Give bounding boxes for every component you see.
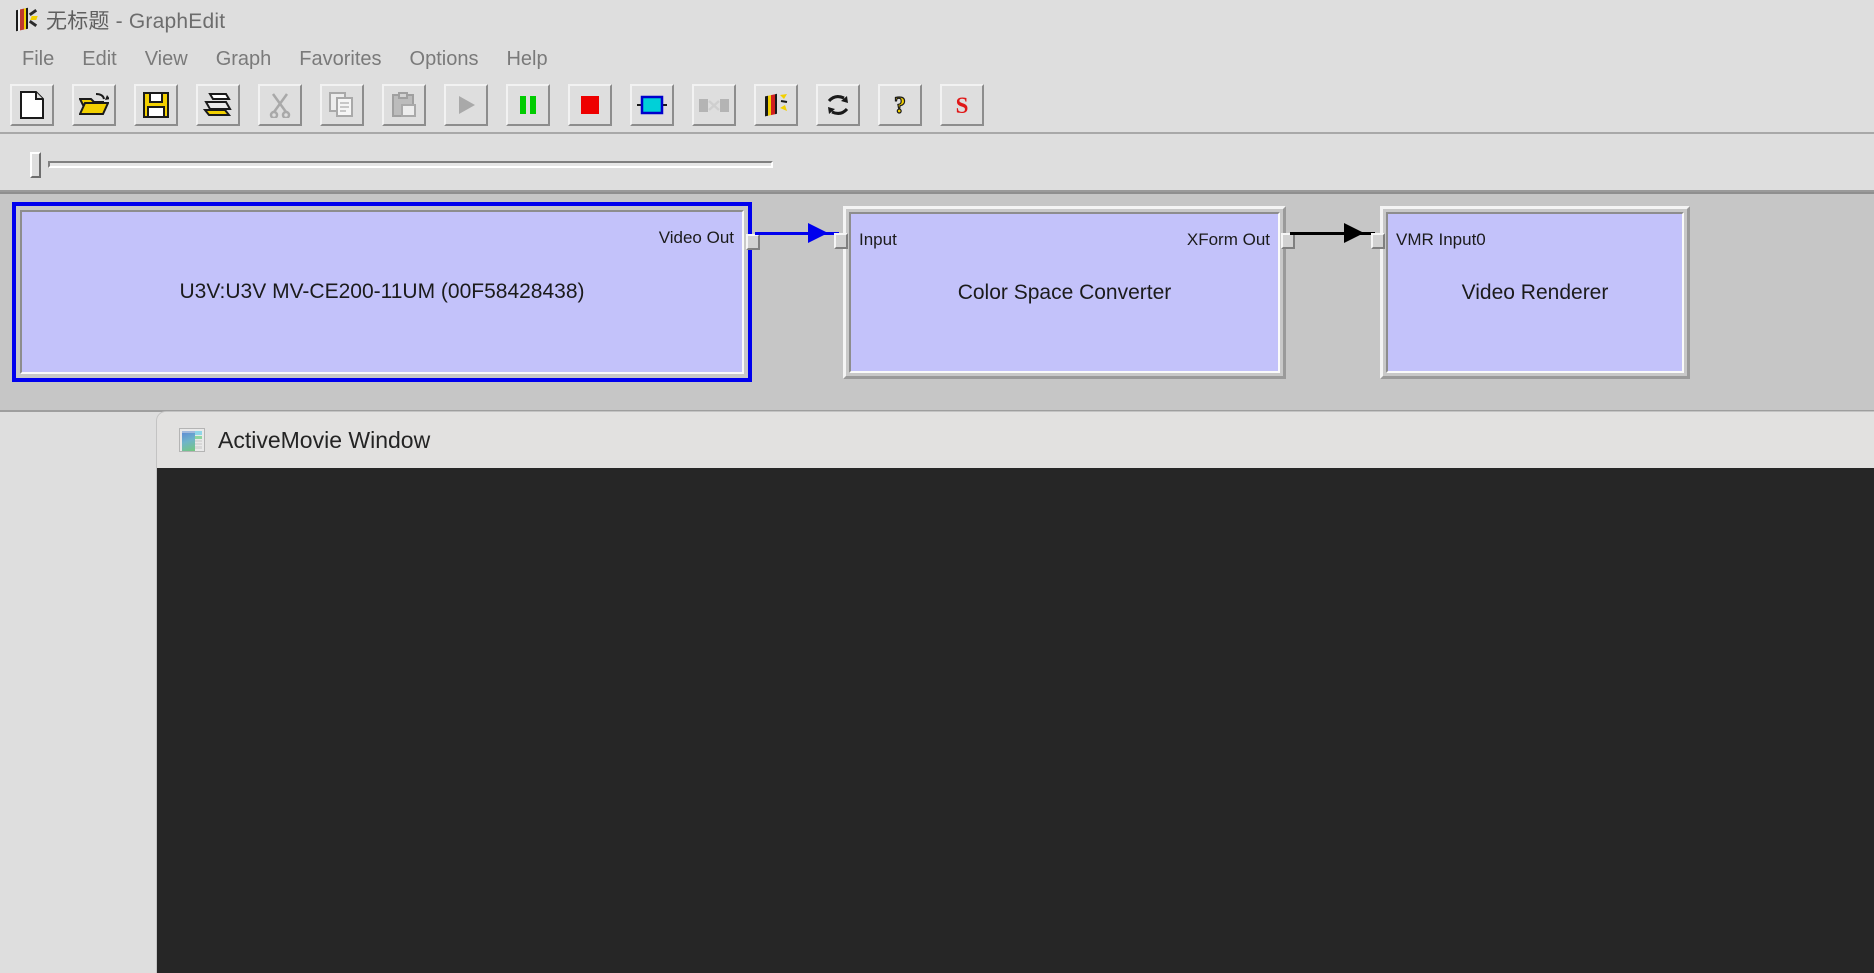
toolbar-connect-graph-button[interactable] (754, 84, 798, 126)
paste-clipboard-icon (391, 92, 417, 118)
pin-nub-video-out[interactable] (746, 234, 760, 250)
media-preview-icon (179, 428, 205, 452)
pin-label-vmr-input0[interactable]: VMR Input0 (1396, 230, 1486, 250)
filter-body: VMR Input0 Video Renderer (1386, 212, 1684, 373)
graphedit-window: 无标题 - GraphEdit File Edit View Graph Fav… (0, 0, 1874, 973)
toolbar-pause-button[interactable] (506, 84, 550, 126)
toolbar-separator (924, 84, 938, 126)
menu-view[interactable]: View (131, 45, 202, 74)
title-bar: 无标题 - GraphEdit (0, 0, 1874, 40)
stop-square-icon (578, 93, 602, 117)
toolbar-paste-button[interactable] (382, 84, 426, 126)
save-disk-icon (143, 92, 169, 118)
filter-node-video-renderer[interactable]: VMR Input0 Video Renderer (1371, 206, 1690, 379)
toolbar-separator (614, 84, 628, 126)
toolbar-separator (738, 84, 752, 126)
toolbar-open-button[interactable] (72, 84, 116, 126)
scissors-cut-icon (268, 92, 292, 118)
new-document-icon (19, 91, 45, 119)
seek-trackbar-thumb[interactable] (30, 152, 41, 178)
window-title-separator: - (109, 10, 129, 33)
pin-nub-xform-out[interactable] (1281, 233, 1295, 249)
pin-nub-input[interactable] (834, 233, 848, 249)
toolbar-refresh-button[interactable] (816, 84, 860, 126)
toolbar-stop-button[interactable] (568, 84, 612, 126)
filter-body: Video Out U3V:U3V MV-CE200-11UM (00F5842… (20, 210, 744, 374)
help-question-icon: ? (889, 92, 911, 118)
toolbar-separator (552, 84, 566, 126)
toolbar-separator (366, 84, 380, 126)
window-title: 无标题 - GraphEdit (46, 5, 225, 35)
connection-arrow-xformout-vmrinput0 (1344, 223, 1364, 243)
open-folder-icon (79, 92, 109, 118)
menu-bar: File Edit View Graph Favorites Options H… (0, 40, 1874, 78)
filter-name-video-renderer: Video Renderer (1461, 280, 1609, 304)
disconnect-pin-icon (698, 94, 730, 116)
filter-name-source: U3V:U3V MV-CE200-11UM (00F58428438) (179, 280, 585, 303)
filter-node-color-space-converter[interactable]: Input XForm Out Color Space Converter (834, 206, 1295, 379)
toolbar: ? S (0, 78, 1874, 134)
seek-trackbar-area (0, 136, 1874, 192)
toolbar-copy-button[interactable] (320, 84, 364, 126)
insert-filter-icon (636, 94, 668, 116)
window-title-document: 无标题 (46, 10, 110, 33)
menu-edit[interactable]: Edit (68, 45, 130, 74)
menu-options[interactable]: Options (396, 45, 493, 74)
activemovie-window[interactable]: ActiveMovie Window (157, 412, 1874, 973)
graphedit-film-icon (12, 7, 38, 33)
toolbar-insert-filter-button[interactable] (630, 84, 674, 126)
toolbar-disconnect-button[interactable] (692, 84, 736, 126)
menu-file[interactable]: File (8, 45, 68, 74)
activemovie-video-surface[interactable] (157, 468, 1874, 973)
filter-body: Input XForm Out Color Space Converter (849, 212, 1280, 373)
toolbar-cut-button[interactable] (258, 84, 302, 126)
toolbar-separator (242, 84, 256, 126)
toolbar-separator (118, 84, 132, 126)
toolbar-separator (180, 84, 194, 126)
menu-favorites[interactable]: Favorites (285, 45, 395, 74)
toolbar-separator (800, 84, 814, 126)
menu-graph[interactable]: Graph (202, 45, 286, 74)
toolbar-separator (56, 84, 70, 126)
letter-s-icon: S (951, 92, 973, 118)
toolbar-play-button[interactable] (444, 84, 488, 126)
toolbar-save-button[interactable] (134, 84, 178, 126)
pin-label-input[interactable]: Input (859, 230, 897, 250)
svg-text:?: ? (894, 93, 906, 118)
pause-bars-icon (516, 93, 540, 117)
connection-arrow-videoout-input (808, 223, 828, 243)
filter-node-source[interactable]: Video Out U3V:U3V MV-CE200-11UM (00F5842… (12, 202, 760, 382)
toolbar-s-button[interactable]: S (940, 84, 984, 126)
filter-name-color-space-converter: Color Space Converter (957, 280, 1172, 304)
filter-graph-canvas[interactable]: Video Out U3V:U3V MV-CE200-11UM (00F5842… (0, 192, 1874, 412)
pin-nub-vmr-input0[interactable] (1371, 233, 1385, 249)
activemovie-title-text: ActiveMovie Window (218, 426, 431, 453)
pin-label-xform-out[interactable]: XForm Out (1187, 230, 1270, 250)
activemovie-title-bar[interactable]: ActiveMovie Window (157, 412, 1874, 468)
seek-trackbar-rail[interactable] (48, 161, 773, 168)
play-triangle-icon (454, 93, 478, 117)
toolbar-separator (304, 84, 318, 126)
refresh-arrows-icon (825, 92, 851, 118)
toolbar-print-button[interactable] (196, 84, 240, 126)
toolbar-new-button[interactable] (10, 84, 54, 126)
printer-icon (203, 92, 233, 118)
toolbar-help-button[interactable]: ? (878, 84, 922, 126)
menu-help[interactable]: Help (492, 45, 561, 74)
toolbar-separator (862, 84, 876, 126)
toolbar-separator (490, 84, 504, 126)
svg-text:S: S (956, 93, 969, 118)
window-title-app: GraphEdit (128, 10, 226, 33)
graphedit-film-icon (762, 92, 790, 118)
copy-icon (329, 92, 355, 118)
pin-label-video-out[interactable]: Video Out (659, 228, 734, 248)
toolbar-separator (428, 84, 442, 126)
toolbar-separator (676, 84, 690, 126)
